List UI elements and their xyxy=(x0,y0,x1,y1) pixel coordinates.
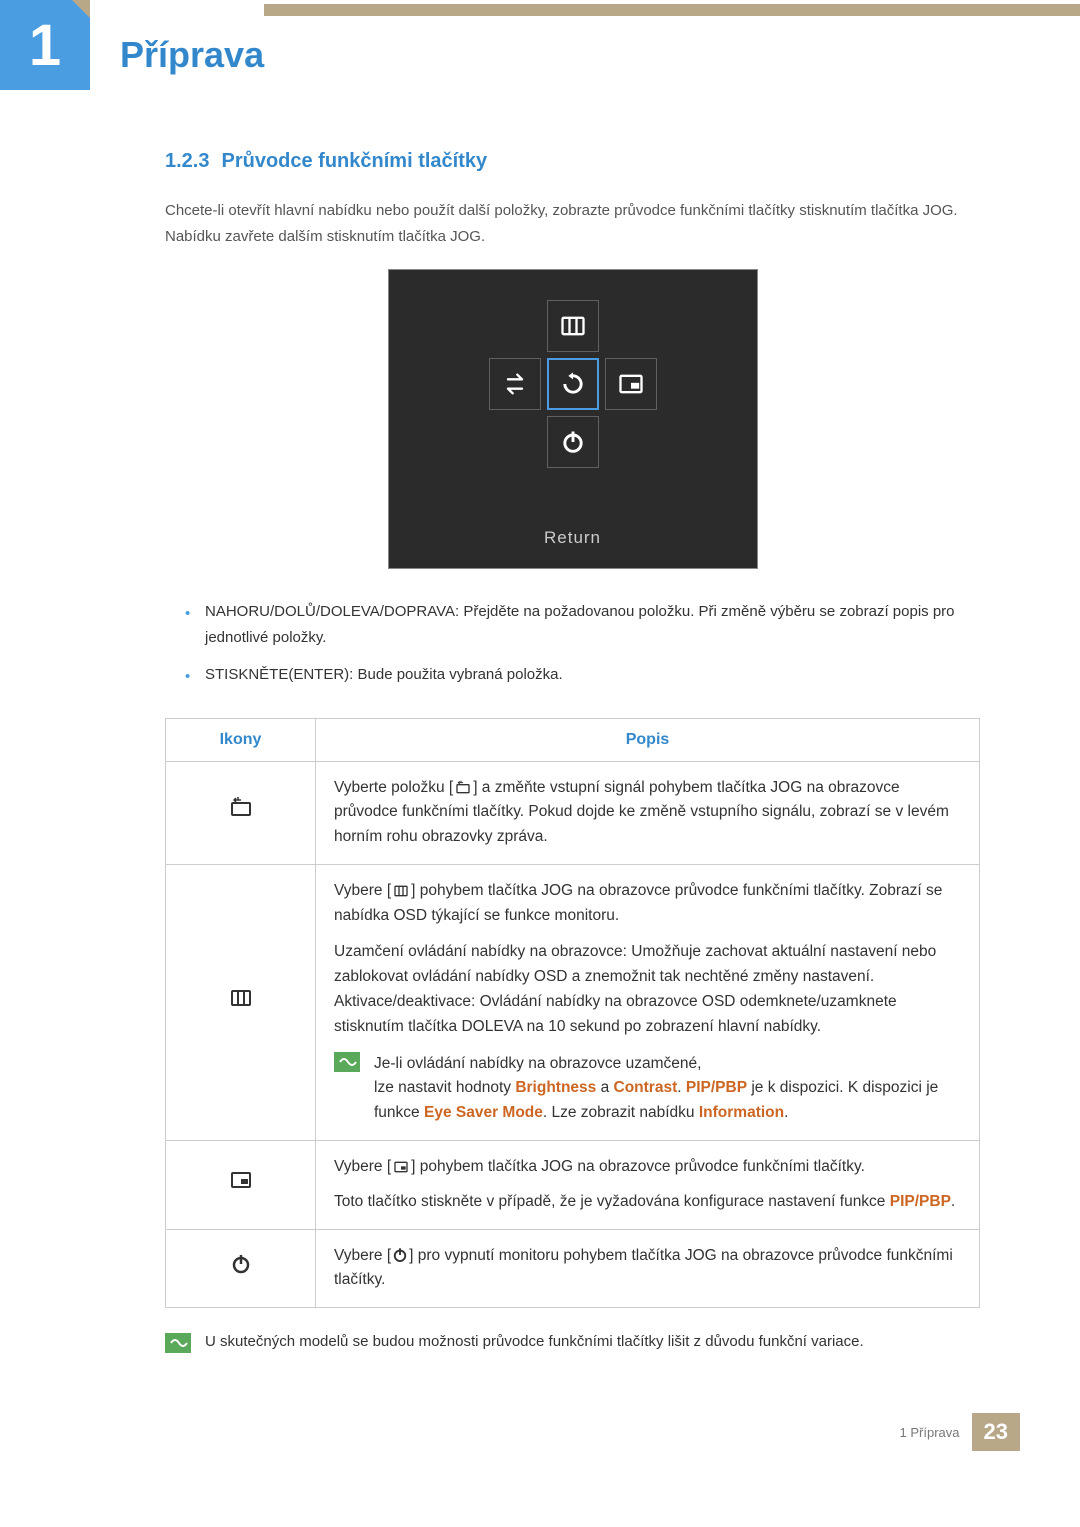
row-menu-desc: Vybere [] pohybem tlačítka JOG na obrazo… xyxy=(316,864,980,1140)
footer-page-number: 23 xyxy=(972,1413,1020,1451)
chapter-number: 1 xyxy=(29,12,61,79)
return-icon xyxy=(547,358,599,410)
note-icon xyxy=(334,1052,360,1072)
return-label: Return xyxy=(489,528,657,548)
section-heading: 1.2.3 Průvodce funkčními tlačítky xyxy=(165,150,980,173)
footer-chapter: 1 Příprava xyxy=(900,1425,960,1440)
table-header-icons: Ikony xyxy=(166,718,316,761)
table-row: Vybere [] pohybem tlačítka JOG na obrazo… xyxy=(166,1141,980,1230)
chapter-title: Příprava xyxy=(120,34,264,76)
header-stripe xyxy=(264,4,1080,16)
table-row: Vybere [] pro vypnutí monitoru pohybem t… xyxy=(166,1229,980,1308)
source-icon xyxy=(166,761,316,864)
pip-icon xyxy=(166,1141,316,1230)
intro-text: Chcete-li otevřít hlavní nabídku nebo po… xyxy=(165,198,980,249)
section-title: Průvodce funkčními tlačítky xyxy=(221,150,487,172)
chapter-header: 1 Příprava xyxy=(0,0,1080,90)
bullet-list: NAHORU/DOLŮ/DOLEVA/DOPRAVA: Přejděte na … xyxy=(165,599,980,688)
table-header-desc: Popis xyxy=(316,718,980,761)
menu-icon xyxy=(166,864,316,1140)
section-number: 1.2.3 xyxy=(165,150,209,172)
description-table: Ikony Popis Vyberte položku [] a změňte … xyxy=(165,718,980,1309)
table-row: Vybere [] pohybem tlačítka JOG na obrazo… xyxy=(166,864,980,1140)
bottom-note: U skutečných modelů se budou možnosti pr… xyxy=(165,1333,980,1353)
list-item: NAHORU/DOLŮ/DOLEVA/DOPRAVA: Přejděte na … xyxy=(185,599,980,650)
row-pip-desc: Vybere [] pohybem tlačítka JOG na obrazo… xyxy=(316,1141,980,1230)
power-icon xyxy=(166,1229,316,1308)
swap-icon xyxy=(489,358,541,410)
row-power-desc: Vybere [] pro vypnutí monitoru pohybem t… xyxy=(316,1229,980,1308)
list-item: STISKNĚTE(ENTER): Bude použita vybraná p… xyxy=(185,662,980,688)
chapter-number-box: 1 xyxy=(0,0,90,90)
table-row: Vyberte položku [] a změňte vstupní sign… xyxy=(166,761,980,864)
note-icon xyxy=(165,1333,191,1353)
bottom-note-text: U skutečných modelů se budou možnosti pr… xyxy=(205,1333,864,1353)
pip-icon xyxy=(605,358,657,410)
row-source-desc: Vyberte položku [] a změňte vstupní sign… xyxy=(316,761,980,864)
page-footer: 1 Příprava 23 xyxy=(0,1383,1080,1491)
menu-icon xyxy=(547,300,599,352)
jog-guide-diagram: Return xyxy=(388,269,758,569)
power-icon xyxy=(547,416,599,468)
